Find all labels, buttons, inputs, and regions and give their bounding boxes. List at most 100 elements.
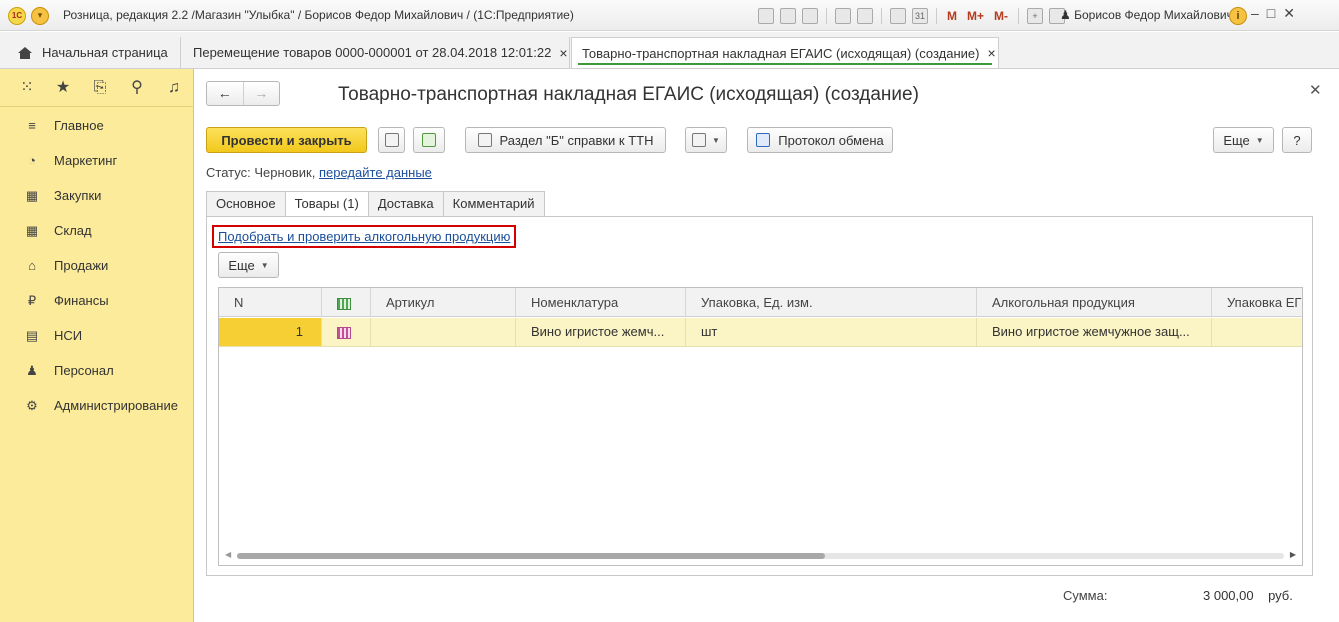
save-button[interactable] (378, 127, 405, 153)
column-header-n[interactable]: N (219, 288, 322, 317)
print-icon (692, 133, 707, 147)
column-header-unit[interactable]: Упаковка, Ед. изм. (686, 288, 977, 317)
scroll-thumb[interactable] (237, 553, 825, 559)
search-icon[interactable]: ⚲ (128, 79, 146, 97)
save-icon[interactable] (758, 8, 774, 24)
section-b-print-button[interactable]: Раздел "Б" справки к ТТН (465, 127, 666, 153)
back-button[interactable]: ← (207, 82, 243, 105)
sidebar-item-purchases[interactable]: ▦ Закупки (0, 178, 194, 213)
upload-icon[interactable] (835, 8, 851, 24)
preview-icon[interactable] (802, 8, 818, 24)
forward-button[interactable]: → (242, 82, 280, 105)
calendar-icon[interactable]: 31 (912, 8, 928, 24)
cell-n[interactable]: 1 (219, 318, 322, 346)
memory-button[interactable]: M (945, 9, 959, 23)
sidebar-item-label: Персонал (54, 363, 114, 378)
column-header-egais-pack[interactable]: Упаковка ЕГ (1212, 288, 1302, 317)
more-button[interactable]: Еще ▼ (1213, 127, 1274, 153)
goods-tab-panel: Подобрать и проверить алкогольную продук… (206, 216, 1313, 576)
info-button[interactable]: i (1229, 7, 1247, 25)
user-name-label: Борисов Федор Михайлович (1074, 8, 1233, 22)
sidebar-item-main[interactable]: ≡ Главное (0, 108, 194, 143)
person-icon: ♟ (26, 362, 38, 378)
send-data-link[interactable]: передайте данные (319, 165, 432, 180)
print-menu-button[interactable]: ▼ (685, 127, 727, 153)
1c-logo-icon: 1С (8, 7, 26, 25)
print-icon[interactable] (780, 8, 796, 24)
tab-egais-invoice[interactable]: Товарно-транспортная накладная ЕГАИС (ис… (571, 37, 999, 68)
history-icon[interactable]: ⎘ (91, 79, 109, 97)
sidebar-item-administration[interactable]: ⚙ Администрирование (0, 388, 194, 423)
table-row[interactable]: 1 Вино игристое жемч... шт Вино игристое… (219, 318, 1302, 347)
pick-and-check-alcohol-link[interactable]: Подобрать и проверить алкогольную продук… (212, 225, 517, 248)
close-icon[interactable]: × (987, 45, 995, 61)
column-header-stamp[interactable] (322, 288, 371, 317)
gear-icon: ⚙ (26, 397, 38, 413)
memory-plus-button[interactable]: M+ (965, 9, 986, 23)
menu-lines-icon: ≡ (28, 117, 36, 133)
main-menu-button[interactable]: ▾ (31, 7, 49, 25)
chevron-down-icon: ▼ (712, 135, 720, 145)
cell-stamp[interactable] (322, 318, 371, 346)
post-document-icon (422, 133, 436, 147)
sidebar-item-sales[interactable]: ⌂ Продажи (0, 248, 194, 283)
form-close-icon[interactable]: ✕ (1309, 81, 1322, 99)
button-label: Раздел "Б" справки к ТТН (499, 132, 654, 148)
tab-transfer[interactable]: Перемещение товаров 0000-000001 от 28.04… (183, 37, 570, 68)
tab-main[interactable]: Основное (206, 191, 285, 217)
cell-alcohol[interactable]: Вино игристое жемчужное защ... (977, 318, 1212, 346)
chevron-down-icon: ▼ (1255, 135, 1264, 145)
sidebar-item-reference[interactable]: ▤ НСИ (0, 318, 194, 353)
maximize-icon[interactable]: □ (1267, 5, 1275, 22)
horizontal-scrollbar[interactable]: ◀ ▶ (225, 550, 1296, 560)
tab-home[interactable]: Начальная страница (8, 37, 181, 68)
sidebar-item-personnel[interactable]: ♟ Персонал (0, 353, 194, 388)
close-icon[interactable]: ✕ (1283, 5, 1295, 22)
post-and-close-button[interactable]: Провести и закрыть (206, 127, 367, 153)
close-icon[interactable]: × (559, 45, 567, 61)
sidebar-item-label: Закупки (54, 188, 102, 203)
column-header-alcohol[interactable]: Алкогольная продукция (977, 288, 1212, 317)
cell-egais-pack[interactable] (1212, 318, 1302, 346)
minimize-icon[interactable]: ‒ (1251, 5, 1259, 22)
exchange-icon (756, 133, 771, 147)
sidebar-toolbar: ⁙ ★ ⎘ ⚲ ♫ (0, 69, 194, 107)
tab-delivery[interactable]: Доставка (367, 191, 443, 217)
scroll-left-icon[interactable]: ◀ (225, 550, 231, 559)
total-label: Сумма: (1063, 588, 1108, 603)
bell-icon[interactable]: ♫ (165, 79, 183, 97)
table-header: N Артикул Номенклатура Упаковка, Ед. изм… (219, 288, 1302, 317)
total-currency: руб. (1268, 588, 1293, 603)
zoom-icon[interactable]: + (1027, 8, 1044, 24)
print-file-icon[interactable] (857, 8, 873, 24)
tab-comment[interactable]: Комментарий (442, 191, 545, 217)
calculator-icon[interactable] (890, 8, 906, 24)
grid-more-button[interactable]: Еще ▼ (218, 252, 279, 278)
sidebar-item-marketing[interactable]: ◔ Маркетинг (0, 143, 194, 178)
home-icon (18, 46, 32, 59)
apps-grid-icon[interactable]: ⁙ (18, 79, 36, 97)
save-icon (384, 133, 399, 147)
exchange-log-button[interactable]: Протокол обмена (747, 127, 893, 153)
sidebar-item-finance[interactable]: ₽ Финансы (0, 283, 194, 318)
column-header-nomenclature[interactable]: Номенклатура (516, 288, 686, 317)
excise-stamp-icon (337, 297, 351, 310)
form-area: ← → Товарно-транспортная накладная ЕГАИС… (195, 69, 1339, 622)
cell-nomenclature[interactable]: Вино игристое жемч... (516, 318, 686, 346)
sidebar-item-label: Склад (54, 223, 92, 238)
post-button[interactable] (413, 127, 445, 153)
person-icon: ♟ (1060, 8, 1071, 22)
cell-unit[interactable]: шт (686, 318, 977, 346)
help-button[interactable]: ? (1282, 127, 1312, 153)
goods-table: N Артикул Номенклатура Упаковка, Ед. изм… (218, 287, 1303, 566)
toolbar-separator (826, 8, 827, 24)
tab-goods[interactable]: Товары (1) (284, 191, 368, 217)
sidebar-item-warehouse[interactable]: ▦ Склад (0, 213, 194, 248)
memory-minus-button[interactable]: M- (992, 9, 1010, 23)
scroll-right-icon[interactable]: ▶ (1290, 550, 1296, 559)
cell-article[interactable] (371, 318, 516, 346)
current-user[interactable]: ♟ Борисов Федор Михайлович (1060, 8, 1233, 22)
window-title: Розница, редакция 2.2 /Магазин "Улыбка" … (63, 8, 574, 22)
column-header-article[interactable]: Артикул (371, 288, 516, 317)
star-icon[interactable]: ★ (54, 79, 72, 97)
